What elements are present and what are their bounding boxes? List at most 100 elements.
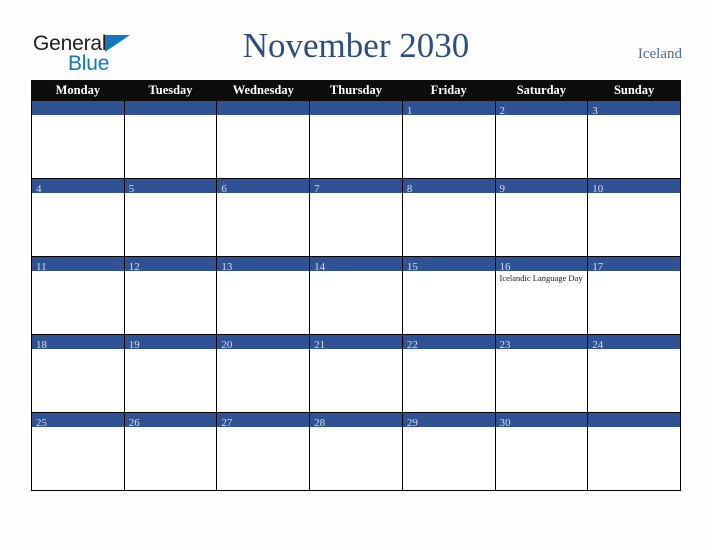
day-number-band [310,101,402,115]
day-events [588,115,680,117]
day-number: 26 [128,417,140,429]
calendar-empty-cell [216,100,311,179]
day-number-band: 16 [495,257,588,273]
day-cell-inner: 17 [588,257,680,334]
day-number-band: 28 [310,413,402,429]
day-events: Icelandic Language Day [496,271,588,283]
day-number: 21 [314,339,326,351]
day-number: 12 [128,261,140,273]
calendar-day-cell[interactable]: 5 [123,178,218,257]
day-number-band: 11 [32,257,124,273]
day-cell-inner: 14 [310,257,402,334]
day-number: 28 [314,417,326,429]
day-cell-inner: 30 [495,413,588,490]
calendar-day-cell[interactable]: 13 [216,256,311,335]
weekday-header-thursday: Thursday [309,80,403,101]
country-label: Iceland [637,46,682,62]
day-number-band: 25 [32,413,124,429]
day-cell-inner: 15 [402,257,495,334]
day-number-band: 6 [217,179,310,195]
day-events [403,115,495,117]
day-cell-inner: 8 [402,179,495,256]
day-number: 24 [592,339,604,351]
calendar-day-cell[interactable]: 1 [401,100,496,179]
day-number-band: 23 [495,335,588,351]
day-cell-inner: 3 [588,101,680,178]
calendar-day-cell[interactable]: 16 Icelandic Language Day [494,256,589,335]
day-cell-inner [124,101,217,178]
day-number-band: 26 [124,413,217,429]
calendar-day-cell[interactable]: 10 [587,178,681,257]
calendar-day-cell[interactable]: 2 [494,100,589,179]
day-number: 29 [406,417,418,429]
calendar-day-cell[interactable]: 11 [31,256,125,335]
calendar-event[interactable]: Icelandic Language Day [500,273,585,283]
day-number-band: 30 [495,413,588,429]
day-events [310,193,402,195]
day-number: 19 [128,339,140,351]
calendar-day-cell[interactable]: 8 [401,178,496,257]
calendar-body: 1 2 3 4 5 6 7 8 9 10 11 12 13 14 15 16 Icelandic Languag… [31,100,681,491]
calendar-day-cell[interactable]: 25 [31,412,125,491]
calendar-day-cell[interactable]: 4 [31,178,125,257]
day-number-band: 3 [588,101,680,117]
day-events [32,193,124,195]
day-events [217,193,309,195]
day-cell-inner: 26 [124,413,217,490]
calendar-day-cell[interactable]: 9 [494,178,589,257]
calendar-day-cell[interactable]: 7 [309,178,403,257]
day-number: 11 [36,261,47,273]
day-cell-inner: 20 [217,335,310,412]
calendar-day-cell[interactable]: 3 [587,100,681,179]
day-cell-inner: 28 [310,413,402,490]
weekday-header-tuesday: Tuesday [123,80,218,101]
day-number-band: 12 [124,257,217,273]
calendar-day-cell[interactable]: 18 [31,334,125,413]
day-number-band: 1 [402,101,495,117]
day-number-band: 21 [310,335,402,351]
calendar-day-cell[interactable]: 29 [401,412,496,491]
calendar-empty-cell [587,412,681,491]
day-number-band [217,101,310,115]
day-number: 3 [592,105,598,117]
calendar-day-cell[interactable]: 14 [309,256,403,335]
calendar-day-cell[interactable]: 27 [216,412,311,491]
calendar-week-row: 25 26 27 28 29 30 [31,412,681,491]
calendar-day-cell[interactable]: 22 [401,334,496,413]
day-number: 5 [128,183,135,195]
weekday-header-sunday: Sunday [587,80,681,101]
calendar-day-cell[interactable]: 24 [587,334,681,413]
calendar-week-row: 1 2 3 [31,100,681,179]
calendar-day-cell[interactable]: 21 [309,334,403,413]
day-number: 9 [499,183,506,195]
calendar-day-cell[interactable]: 26 [123,412,218,491]
day-number: 16 [499,261,511,273]
day-number: 20 [221,339,233,351]
day-number: 22 [406,339,418,351]
day-number-band: 5 [124,179,217,195]
calendar-day-cell[interactable]: 15 [401,256,496,335]
calendar-day-cell[interactable]: 17 [587,256,681,335]
day-cell-inner: 21 [310,335,402,412]
day-number-band: 8 [402,179,495,195]
day-number-band: 9 [495,179,588,195]
calendar-empty-cell [309,100,403,179]
calendar-day-cell[interactable]: 6 [216,178,311,257]
calendar-day-cell[interactable]: 30 [494,412,589,491]
weekday-header-saturday: Saturday [494,80,589,101]
calendar-day-cell[interactable]: 12 [123,256,218,335]
calendar-day-cell[interactable]: 23 [494,334,589,413]
day-number: 14 [314,261,326,273]
day-number: 30 [499,417,511,429]
day-cell-inner: 24 [588,335,680,412]
page-title: November 2030 [242,26,470,65]
calendar-day-cell[interactable]: 28 [309,412,403,491]
day-cell-inner: 7 [310,179,402,256]
day-events [217,115,309,117]
day-number-band: 24 [588,335,680,351]
day-number: 1 [406,105,413,117]
calendar-day-cell[interactable]: 19 [123,334,218,413]
day-number-band: 13 [217,257,310,273]
calendar-day-cell[interactable]: 20 [216,334,311,413]
day-number-band: 2 [495,101,588,117]
